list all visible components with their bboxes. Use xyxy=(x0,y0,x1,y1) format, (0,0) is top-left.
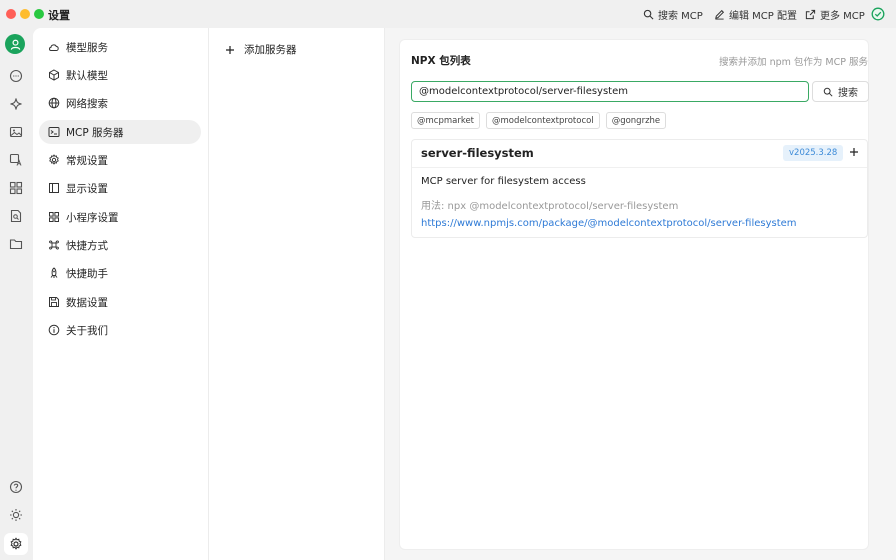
sun-icon xyxy=(9,508,22,521)
add-server-button[interactable]: 添加服务器 xyxy=(225,42,297,57)
sidebar-item-label: 小程序设置 xyxy=(66,211,119,224)
sidebar-item-general-settings[interactable]: 常规设置 xyxy=(39,148,201,172)
scope-chips: @mcpmarket @modelcontextprotocol @gongrz… xyxy=(411,112,667,129)
minimize-window-button[interactable] xyxy=(20,9,30,19)
sidebar-item-label: 快捷方式 xyxy=(66,239,108,252)
package-usage: 用法: npx @modelcontextprotocol/server-fil… xyxy=(421,201,679,212)
sidebar-item-web-search[interactable]: 网络搜索 xyxy=(39,91,201,115)
scope-chip-mcpmarket[interactable]: @mcpmarket xyxy=(411,112,481,129)
sparkle-icon xyxy=(9,97,22,110)
close-window-button[interactable] xyxy=(6,9,16,19)
translate-nav-button[interactable] xyxy=(8,152,23,167)
agents-nav-button[interactable] xyxy=(8,96,23,111)
file-search-icon xyxy=(10,209,21,222)
images-nav-button[interactable] xyxy=(8,124,23,139)
terminal-icon xyxy=(48,127,59,137)
package-npm-link[interactable]: https://www.npmjs.com/package/@modelcont… xyxy=(421,218,797,229)
sidebar-item-label: 常规设置 xyxy=(66,154,108,167)
rocket-icon xyxy=(50,267,57,278)
external-link-icon xyxy=(805,9,816,20)
knowledge-nav-button[interactable] xyxy=(8,208,23,223)
pencil-icon xyxy=(715,9,725,20)
sidebar-item-label: 网络搜索 xyxy=(66,97,108,110)
npx-search-button-label: 搜索 xyxy=(838,88,858,99)
scope-chip-gongrzhe[interactable]: @gongrzhe xyxy=(605,112,667,129)
npx-package-card: NPX 包列表 搜索并添加 npm 包作为 MCP 服务 搜索 @mcpmark… xyxy=(399,39,869,550)
files-nav-button[interactable] xyxy=(8,236,23,251)
edit-mcp-config-button[interactable]: 编辑 MCP 配置 xyxy=(714,7,797,22)
title-bar: 设置 搜索 MCP 编辑 MCP 配置 更多 MCP xyxy=(0,0,896,28)
sidebar-item-quick-assistant[interactable]: 快捷助手 xyxy=(39,261,201,285)
divider xyxy=(412,167,867,168)
command-icon xyxy=(48,240,59,250)
image-icon xyxy=(9,126,22,137)
folder-icon xyxy=(9,238,22,249)
check-circle-icon xyxy=(871,7,885,21)
search-mcp-label: 搜索 MCP xyxy=(658,11,703,22)
sidebar-item-label: 默认模型 xyxy=(66,69,108,82)
sidebar-item-display-settings[interactable]: 显示设置 xyxy=(39,176,201,200)
sidebar-item-label: 模型服务 xyxy=(66,41,108,54)
sidebar-item-miniapp-settings[interactable]: 小程序设置 xyxy=(39,205,201,229)
npx-search-input[interactable] xyxy=(411,81,809,102)
sidebar-item-mcp-servers[interactable]: MCP 服务器 xyxy=(39,120,201,144)
chat-nav-button[interactable] xyxy=(8,68,23,83)
help-icon xyxy=(9,480,22,493)
sidebar-item-label: 数据设置 xyxy=(66,296,108,309)
window-title: 设置 xyxy=(48,9,70,22)
edit-mcp-config-label: 编辑 MCP 配置 xyxy=(729,11,797,22)
grid-icon xyxy=(48,212,59,222)
layout-icon xyxy=(48,183,59,193)
info-icon xyxy=(48,324,59,336)
apps-nav-button[interactable] xyxy=(8,180,23,195)
version-badge: v2025.3.28 xyxy=(783,145,844,161)
sidebar-item-about[interactable]: 关于我们 xyxy=(39,318,201,342)
settings-nav-button[interactable] xyxy=(4,533,28,555)
sidebar-item-label: 显示设置 xyxy=(66,182,108,195)
add-server-label: 添加服务器 xyxy=(244,44,297,56)
npx-list-hint: 搜索并添加 npm 包作为 MCP 服务 xyxy=(719,57,868,68)
sidebar-item-label: 关于我们 xyxy=(66,324,108,337)
sidebar-item-label: 快捷助手 xyxy=(66,267,108,280)
package-description: MCP server for filesystem access xyxy=(421,176,586,187)
gear-icon xyxy=(10,537,22,550)
cloud-icon xyxy=(48,44,59,51)
translate-icon xyxy=(9,153,21,166)
avatar[interactable] xyxy=(5,34,25,54)
help-nav-button[interactable] xyxy=(8,479,23,494)
sidebar-item-label: MCP 服务器 xyxy=(66,126,124,139)
npx-search-button[interactable]: 搜索 xyxy=(812,81,869,102)
search-mcp-button[interactable]: 搜索 MCP xyxy=(643,7,703,22)
npx-list-title: NPX 包列表 xyxy=(411,55,471,67)
maximize-window-button[interactable] xyxy=(34,9,44,19)
cube-icon xyxy=(48,69,59,81)
sidebar-item-model-service[interactable]: 模型服务 xyxy=(39,35,201,59)
chat-bubble-icon xyxy=(9,69,22,82)
main-content: NPX 包列表 搜索并添加 npm 包作为 MCP 服务 搜索 @mcpmark… xyxy=(385,28,896,560)
more-mcp-button[interactable]: 更多 MCP xyxy=(805,7,865,22)
server-list-panel: 添加服务器 xyxy=(209,28,385,560)
plus-icon xyxy=(850,148,858,156)
package-name: server-filesystem xyxy=(421,146,534,160)
globe-icon xyxy=(48,97,59,109)
package-result-card: server-filesystem v2025.3.28 MCP server … xyxy=(411,139,868,238)
gear-icon xyxy=(48,154,59,165)
theme-toggle-button[interactable] xyxy=(8,507,23,522)
sidebar-item-default-model[interactable]: 默认模型 xyxy=(39,63,201,87)
sidebar-item-data-settings[interactable]: 数据设置 xyxy=(39,290,201,314)
grid-icon xyxy=(9,181,22,194)
user-icon xyxy=(10,39,20,50)
plus-icon xyxy=(226,45,234,54)
search-icon xyxy=(823,87,833,97)
scope-chip-modelcontextprotocol[interactable]: @modelcontextprotocol xyxy=(486,112,600,129)
settings-sidebar: 模型服务 默认模型 网络搜索 MCP 服务器 常规设置 显示设置 小程序设置 快… xyxy=(33,28,209,560)
save-icon xyxy=(48,297,59,307)
search-icon xyxy=(643,9,654,20)
more-mcp-label: 更多 MCP xyxy=(820,11,865,22)
sidebar-item-shortcuts[interactable]: 快捷方式 xyxy=(39,233,201,257)
add-package-button[interactable] xyxy=(846,144,862,160)
